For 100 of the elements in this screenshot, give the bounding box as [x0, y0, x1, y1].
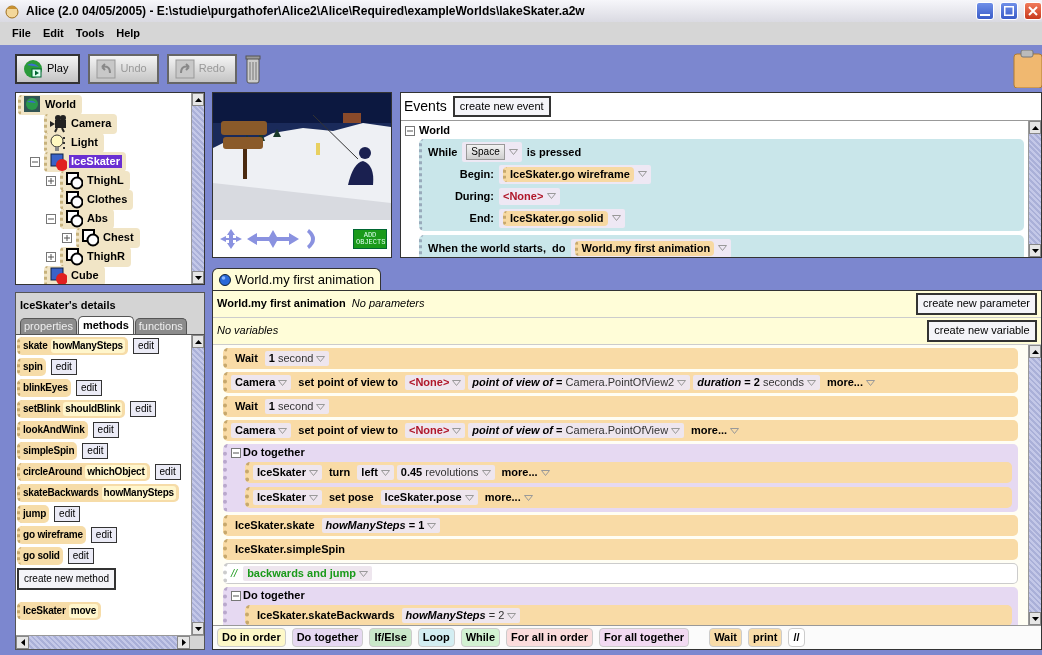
edit-button[interactable]: edit [75, 380, 102, 397]
palette-tile[interactable]: If/Else [369, 627, 412, 648]
create-event-button[interactable]: create new event [452, 96, 551, 118]
palette-tile[interactable]: print [747, 627, 783, 648]
do-together-block[interactable]: Do together IceSkater.skateBackwards howManySteps = 2 [223, 587, 1018, 625]
method-tile[interactable]: go wireframe [17, 526, 86, 545]
collapse-icon[interactable] [46, 213, 56, 224]
dropdown[interactable]: Camera [231, 422, 292, 439]
minimize-button[interactable] [976, 2, 994, 20]
palette-tile[interactable]: For all in order [506, 627, 594, 648]
statement-block[interactable]: IceSkater.simpleSpin [223, 539, 1018, 561]
expand-icon[interactable] [62, 232, 72, 243]
method-dropdown[interactable]: World.my first animation [570, 238, 732, 257]
more-dropdown[interactable]: more... [687, 422, 744, 439]
palette-tile[interactable]: Loop [417, 627, 455, 648]
horizontal-scrollbar[interactable] [16, 635, 204, 649]
edit-button[interactable]: edit [154, 464, 181, 481]
method-tile[interactable]: go solid [17, 547, 63, 566]
palette-tile[interactable]: For all together [599, 627, 690, 648]
editor-tab[interactable]: World.my first animation [212, 268, 382, 290]
value-dropdown[interactable]: 1 second [264, 398, 330, 415]
palette-tile[interactable]: // [788, 627, 805, 648]
key-dropdown[interactable]: Space [462, 142, 522, 163]
palette-tile[interactable]: Do together [291, 627, 364, 648]
method-tile[interactable]: lookAndWink [17, 421, 88, 440]
method-dropdown[interactable]: IceSkater.go wireframe [499, 164, 651, 184]
method-tile[interactable]: setBlink shouldBlink [17, 400, 126, 419]
edit-button[interactable]: edit [92, 422, 119, 439]
statement-block[interactable]: Camera set point of view to <None> point of view of = Camera.PointOfView2 duration = 2 seconds more... [223, 372, 1018, 393]
expand-icon[interactable] [46, 251, 56, 262]
method-tile[interactable]: jump [17, 505, 50, 524]
edit-button[interactable]: edit [130, 401, 157, 418]
more-dropdown[interactable]: more... [480, 490, 537, 506]
dropdown[interactable]: Camera [231, 374, 292, 391]
maximize-button[interactable] [1000, 2, 1018, 20]
scrollbar[interactable] [1028, 345, 1041, 625]
collapse-icon[interactable] [30, 156, 40, 167]
create-variable-button[interactable]: create new variable [927, 320, 1037, 342]
create-method-button[interactable]: create new method [17, 568, 117, 591]
edit-button[interactable]: edit [54, 506, 81, 523]
method-tile[interactable]: skate howManySteps [17, 337, 128, 356]
dropdown[interactable]: IceSkater [253, 465, 322, 481]
dropdown[interactable]: <None> [405, 422, 466, 439]
dropdown[interactable]: IceSkater [253, 490, 322, 506]
edit-button[interactable]: edit [82, 443, 109, 460]
close-button[interactable] [1024, 2, 1042, 20]
method-name: skateBackwards [23, 486, 99, 501]
statement-block[interactable]: Wait 1 second [223, 348, 1018, 369]
more-dropdown[interactable]: more... [497, 465, 554, 481]
palette-tile[interactable]: Wait [709, 627, 742, 648]
panel-title: IceSkater's details [19, 298, 117, 313]
method-tile[interactable]: spin [17, 358, 46, 377]
statement-block[interactable]: IceSkater.skate howManySteps = 1 [223, 515, 1018, 537]
menu-item[interactable]: File [12, 26, 31, 41]
play-button[interactable]: Play [15, 53, 81, 84]
method-tile[interactable]: blinkEyes [17, 379, 71, 398]
method-tile[interactable]: circleAround whichObject [17, 463, 150, 482]
method-tile[interactable]: skateBackwards howManySteps [17, 484, 179, 503]
scrollbar[interactable] [191, 93, 204, 284]
scrollbar[interactable] [191, 335, 204, 635]
scrollbar[interactable] [1028, 121, 1041, 257]
menu-item[interactable]: Tools [75, 26, 105, 41]
value-dropdown[interactable]: point of view of = Camera.PointOfView [468, 422, 685, 439]
value-dropdown[interactable]: duration = 2 seconds [693, 374, 820, 391]
menu-item[interactable]: Edit [42, 26, 64, 41]
create-parameter-button[interactable]: create new parameter [916, 293, 1037, 315]
do-together-block[interactable]: Do together IceSkater turn left 0.45 revolutions more... IceSkater set pose IceSkater.pose more... [223, 444, 1018, 513]
statement-text: Wait [234, 399, 259, 414]
comment-block[interactable]: // backwards and jump [223, 563, 1018, 585]
method-tile[interactable]: simpleSpin [17, 442, 78, 461]
statement-block[interactable]: Wait 1 second [223, 396, 1018, 417]
tab[interactable]: methods [77, 316, 134, 335]
statement-block[interactable]: IceSkater.skateBackwards howManySteps = 2 [245, 605, 1012, 625]
palette-tile[interactable]: Do in order [217, 627, 286, 648]
edit-button[interactable]: edit [67, 548, 94, 565]
edit-button[interactable]: edit [132, 338, 160, 355]
dropdown[interactable]: left [357, 465, 394, 481]
value-dropdown[interactable]: 1 second [264, 350, 330, 367]
method-dropdown[interactable]: <None> [499, 187, 561, 205]
edit-button[interactable]: edit [50, 359, 77, 376]
value-dropdown[interactable]: point of view of = Camera.PointOfView2 [468, 374, 691, 391]
statement-block[interactable]: IceSkater turn left 0.45 revolutions more... [245, 462, 1012, 484]
dropdown[interactable]: <None> [405, 374, 466, 391]
palette-tile[interactable]: While [460, 627, 501, 648]
method-dropdown[interactable]: IceSkater.go solid [499, 208, 625, 228]
more-dropdown[interactable]: more... [822, 374, 879, 391]
value-dropdown[interactable]: 0.45 revolutions [396, 465, 495, 481]
collapse-icon[interactable] [231, 590, 241, 601]
tree-item[interactable]: IceSkater [69, 154, 122, 169]
statement-block[interactable]: IceSkater set pose IceSkater.pose more... [245, 487, 1012, 509]
method-tile[interactable]: IceSkater move [17, 602, 101, 621]
dropdown[interactable]: IceSkater.pose [380, 490, 478, 506]
collapse-icon[interactable] [231, 447, 241, 458]
statement-block[interactable]: Camera set point of view to <None> point of view of = Camera.PointOfView more... [223, 420, 1018, 441]
menu-item[interactable]: Help [116, 26, 141, 41]
value-dropdown[interactable]: howManySteps = 1 [321, 518, 441, 534]
edit-button[interactable]: edit [90, 527, 117, 544]
collapse-icon[interactable] [405, 125, 415, 136]
value-dropdown[interactable]: howManySteps = 2 [401, 608, 521, 624]
expand-icon[interactable] [46, 175, 56, 186]
